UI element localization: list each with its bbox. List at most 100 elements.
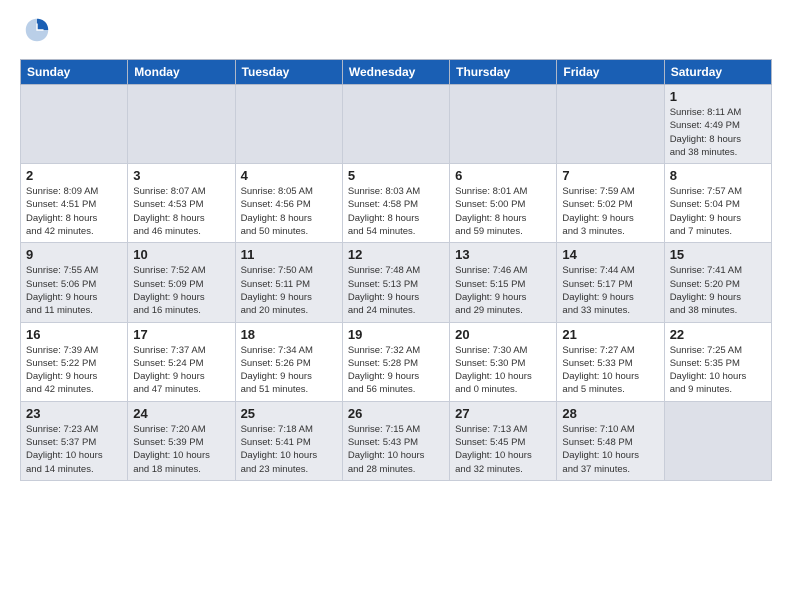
day-info: Sunrise: 8:05 AM Sunset: 4:56 PM Dayligh… [241, 185, 337, 238]
day-number: 8 [670, 168, 766, 183]
calendar-cell: 11 Sunrise: 7:50 AM Sunset: 5:11 PM Dayli… [235, 243, 342, 322]
calendar-cell: 15 Sunrise: 7:41 AM Sunset: 5:20 PM Dayli… [664, 243, 771, 322]
calendar-cell: 28 Sunrise: 7:10 AM Sunset: 5:48 PM Dayli… [557, 401, 664, 480]
day-number: 16 [26, 327, 122, 342]
day-number: 11 [241, 247, 337, 262]
calendar-cell: 2 Sunrise: 8:09 AM Sunset: 4:51 PM Daylig… [21, 164, 128, 243]
day-info: Sunrise: 7:10 AM Sunset: 5:48 PM Dayligh… [562, 423, 658, 476]
day-info: Sunrise: 8:09 AM Sunset: 4:51 PM Dayligh… [26, 185, 122, 238]
calendar-cell: 5 Sunrise: 8:03 AM Sunset: 4:58 PM Daylig… [342, 164, 449, 243]
day-info: Sunrise: 7:18 AM Sunset: 5:41 PM Dayligh… [241, 423, 337, 476]
day-number: 7 [562, 168, 658, 183]
calendar-cell: 18Sunrise: 7:34 AM Sunset: 5:26 PM Dayli… [235, 322, 342, 401]
calendar-cell: 23 Sunrise: 7:23 AM Sunset: 5:37 PM Dayli… [21, 401, 128, 480]
day-info: Sunrise: 8:11 AM Sunset: 4:49 PM Dayligh… [670, 106, 766, 159]
day-number: 20 [455, 327, 551, 342]
day-number: 9 [26, 247, 122, 262]
calendar-cell [128, 85, 235, 164]
calendar-cell [21, 85, 128, 164]
weekday-header-sunday: Sunday [21, 60, 128, 85]
day-number: 27 [455, 406, 551, 421]
day-number: 5 [348, 168, 444, 183]
calendar-row-3: 16 Sunrise: 7:39 AM Sunset: 5:22 PM Dayli… [21, 322, 772, 401]
calendar-cell: 3 Sunrise: 8:07 AM Sunset: 4:53 PM Daylig… [128, 164, 235, 243]
day-number: 25 [241, 406, 337, 421]
day-info: Sunrise: 7:48 AM Sunset: 5:13 PM Dayligh… [348, 264, 444, 317]
day-number: 4 [241, 168, 337, 183]
page: SundayMondayTuesdayWednesdayThursdayFrid… [0, 0, 792, 612]
calendar-row-4: 23 Sunrise: 7:23 AM Sunset: 5:37 PM Dayli… [21, 401, 772, 480]
day-number: 19 [348, 327, 444, 342]
calendar-cell: 14Sunrise: 7:44 AM Sunset: 5:17 PM Dayli… [557, 243, 664, 322]
day-info: Sunrise: 7:32 AM Sunset: 5:28 PM Dayligh… [348, 344, 444, 397]
day-info: Sunrise: 7:15 AM Sunset: 5:43 PM Dayligh… [348, 423, 444, 476]
day-info: Sunrise: 8:01 AM Sunset: 5:00 PM Dayligh… [455, 185, 551, 238]
weekday-header-saturday: Saturday [664, 60, 771, 85]
calendar-cell: 12 Sunrise: 7:48 AM Sunset: 5:13 PM Dayli… [342, 243, 449, 322]
calendar-table: SundayMondayTuesdayWednesdayThursdayFrid… [20, 59, 772, 481]
calendar-cell: 9 Sunrise: 7:55 AM Sunset: 5:06 PM Daylig… [21, 243, 128, 322]
calendar-cell: 26Sunrise: 7:15 AM Sunset: 5:43 PM Dayli… [342, 401, 449, 480]
day-info: Sunrise: 8:07 AM Sunset: 4:53 PM Dayligh… [133, 185, 229, 238]
calendar-cell: 13Sunrise: 7:46 AM Sunset: 5:15 PM Dayli… [450, 243, 557, 322]
day-info: Sunrise: 7:52 AM Sunset: 5:09 PM Dayligh… [133, 264, 229, 317]
day-number: 15 [670, 247, 766, 262]
weekday-header-friday: Friday [557, 60, 664, 85]
day-info: Sunrise: 8:03 AM Sunset: 4:58 PM Dayligh… [348, 185, 444, 238]
day-number: 21 [562, 327, 658, 342]
calendar-cell: 19 Sunrise: 7:32 AM Sunset: 5:28 PM Dayli… [342, 322, 449, 401]
day-number: 12 [348, 247, 444, 262]
weekday-header-row: SundayMondayTuesdayWednesdayThursdayFrid… [21, 60, 772, 85]
calendar-cell: 20 Sunrise: 7:30 AM Sunset: 5:30 PM Dayli… [450, 322, 557, 401]
calendar-row-1: 2 Sunrise: 8:09 AM Sunset: 4:51 PM Daylig… [21, 164, 772, 243]
day-number: 2 [26, 168, 122, 183]
day-info: Sunrise: 7:23 AM Sunset: 5:37 PM Dayligh… [26, 423, 122, 476]
calendar-cell: 17 Sunrise: 7:37 AM Sunset: 5:24 PM Dayli… [128, 322, 235, 401]
calendar-cell: 16 Sunrise: 7:39 AM Sunset: 5:22 PM Dayli… [21, 322, 128, 401]
logo-icon [23, 16, 51, 44]
day-number: 1 [670, 89, 766, 104]
calendar-cell [450, 85, 557, 164]
calendar-row-0: 1 Sunrise: 8:11 AM Sunset: 4:49 PM Daylig… [21, 85, 772, 164]
day-number: 17 [133, 327, 229, 342]
calendar-cell: 22 Sunrise: 7:25 AM Sunset: 5:35 PM Dayli… [664, 322, 771, 401]
day-number: 18 [241, 327, 337, 342]
day-info: Sunrise: 7:44 AM Sunset: 5:17 PM Dayligh… [562, 264, 658, 317]
header [20, 16, 772, 49]
calendar-cell: 7 Sunrise: 7:59 AM Sunset: 5:02 PM Daylig… [557, 164, 664, 243]
day-info: Sunrise: 7:50 AM Sunset: 5:11 PM Dayligh… [241, 264, 337, 317]
day-info: Sunrise: 7:25 AM Sunset: 5:35 PM Dayligh… [670, 344, 766, 397]
calendar-cell [342, 85, 449, 164]
weekday-header-thursday: Thursday [450, 60, 557, 85]
day-info: Sunrise: 7:55 AM Sunset: 5:06 PM Dayligh… [26, 264, 122, 317]
day-info: Sunrise: 7:57 AM Sunset: 5:04 PM Dayligh… [670, 185, 766, 238]
day-number: 22 [670, 327, 766, 342]
calendar-cell: 27 Sunrise: 7:13 AM Sunset: 5:45 PM Dayli… [450, 401, 557, 480]
day-info: Sunrise: 7:20 AM Sunset: 5:39 PM Dayligh… [133, 423, 229, 476]
calendar-cell: 10 Sunrise: 7:52 AM Sunset: 5:09 PM Dayli… [128, 243, 235, 322]
calendar-cell: 8 Sunrise: 7:57 AM Sunset: 5:04 PM Daylig… [664, 164, 771, 243]
calendar-row-2: 9 Sunrise: 7:55 AM Sunset: 5:06 PM Daylig… [21, 243, 772, 322]
weekday-header-tuesday: Tuesday [235, 60, 342, 85]
logo [20, 16, 51, 49]
day-info: Sunrise: 7:30 AM Sunset: 5:30 PM Dayligh… [455, 344, 551, 397]
day-info: Sunrise: 7:39 AM Sunset: 5:22 PM Dayligh… [26, 344, 122, 397]
day-number: 6 [455, 168, 551, 183]
calendar-cell: 1 Sunrise: 8:11 AM Sunset: 4:49 PM Daylig… [664, 85, 771, 164]
day-number: 23 [26, 406, 122, 421]
day-number: 10 [133, 247, 229, 262]
calendar-cell: 21 Sunrise: 7:27 AM Sunset: 5:33 PM Dayli… [557, 322, 664, 401]
weekday-header-wednesday: Wednesday [342, 60, 449, 85]
day-info: Sunrise: 7:27 AM Sunset: 5:33 PM Dayligh… [562, 344, 658, 397]
calendar-cell [557, 85, 664, 164]
day-info: Sunrise: 7:41 AM Sunset: 5:20 PM Dayligh… [670, 264, 766, 317]
day-number: 28 [562, 406, 658, 421]
day-info: Sunrise: 7:13 AM Sunset: 5:45 PM Dayligh… [455, 423, 551, 476]
calendar-cell: 6 Sunrise: 8:01 AM Sunset: 5:00 PM Daylig… [450, 164, 557, 243]
calendar-cell [664, 401, 771, 480]
day-info: Sunrise: 7:37 AM Sunset: 5:24 PM Dayligh… [133, 344, 229, 397]
day-info: Sunrise: 7:59 AM Sunset: 5:02 PM Dayligh… [562, 185, 658, 238]
calendar-cell: 4 Sunrise: 8:05 AM Sunset: 4:56 PM Daylig… [235, 164, 342, 243]
calendar-cell [235, 85, 342, 164]
day-number: 3 [133, 168, 229, 183]
